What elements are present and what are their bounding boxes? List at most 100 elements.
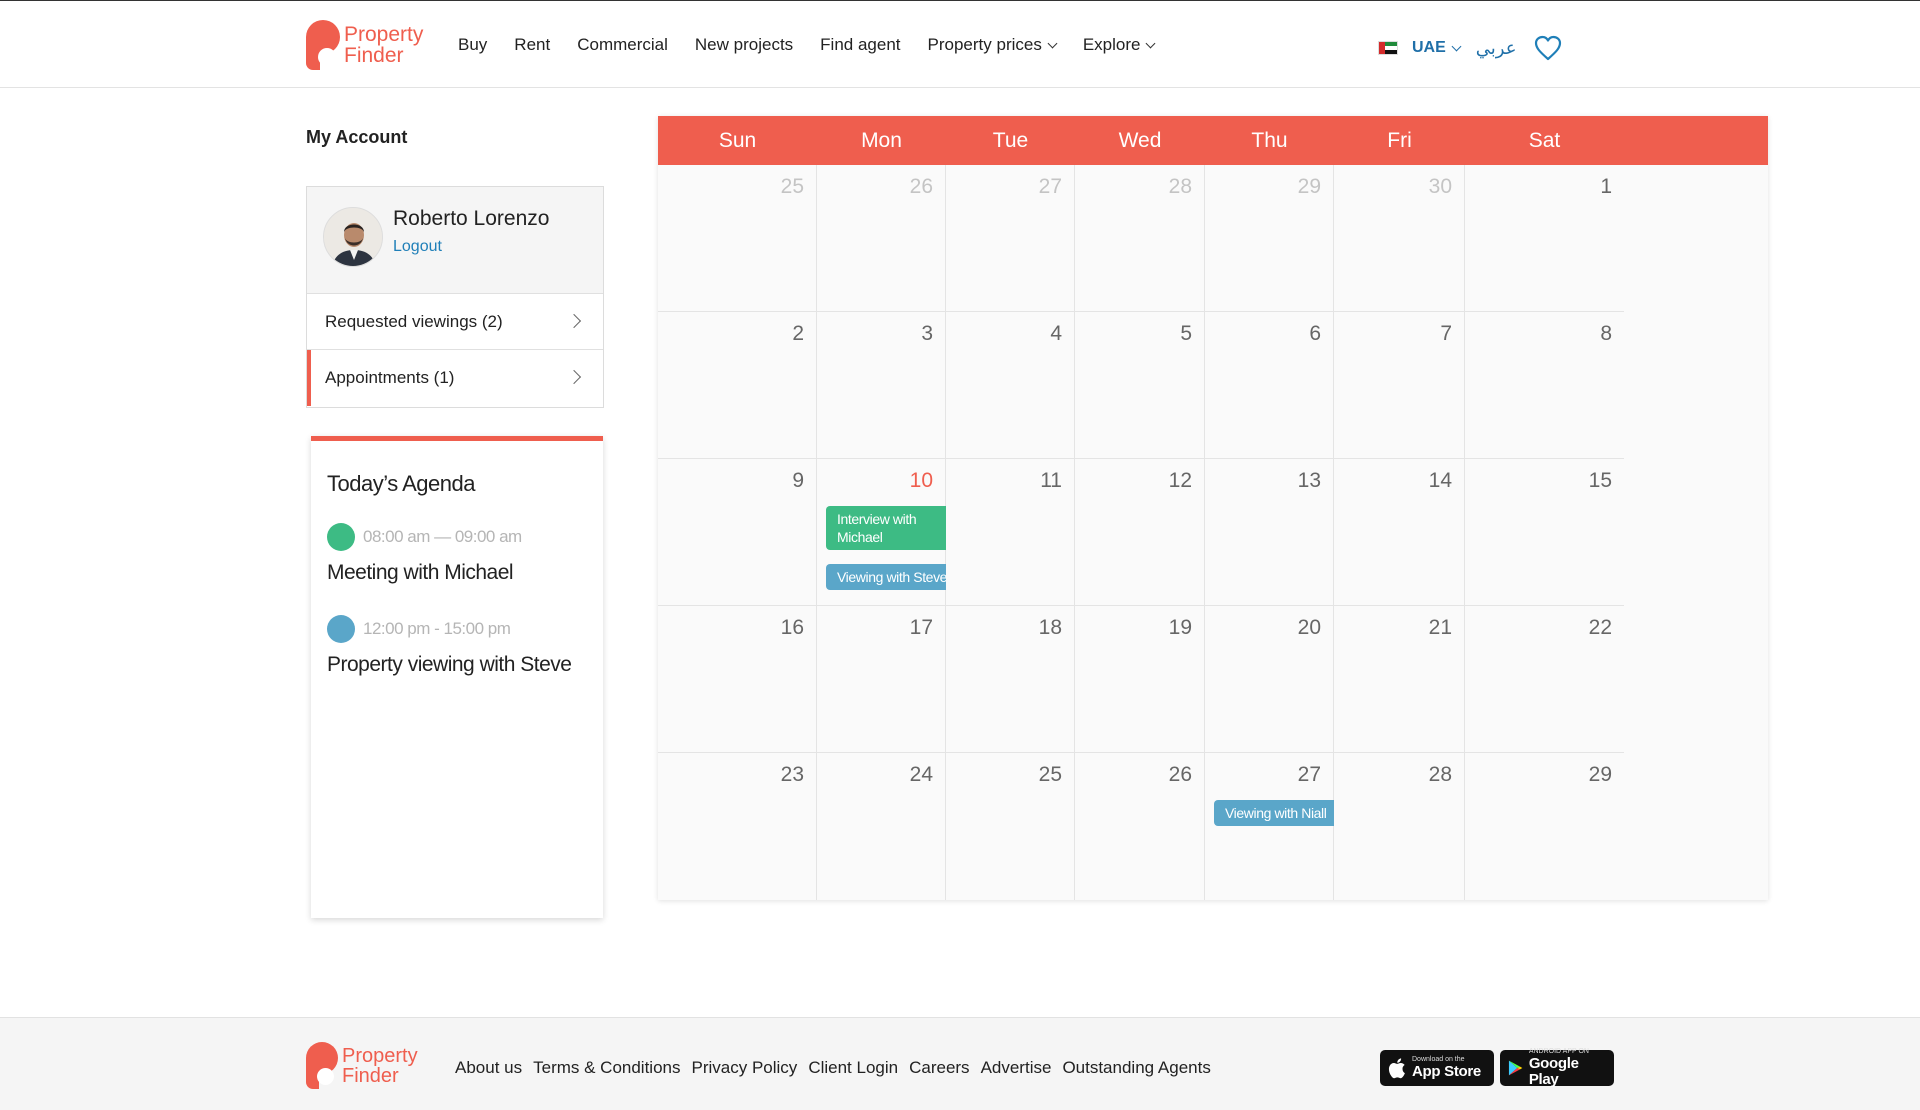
footer-link-client-login[interactable]: Client Login: [808, 1058, 898, 1078]
calendar-day-cell[interactable]: 4: [946, 312, 1075, 459]
nav-commercial[interactable]: Commercial: [577, 35, 668, 55]
nav-property-prices[interactable]: Property prices: [928, 35, 1058, 55]
profile-header: Roberto Lorenzo Logout: [307, 187, 603, 294]
footer-link-about[interactable]: About us: [455, 1058, 522, 1078]
calendar-week: 16 17 18 19 20 21 22: [658, 606, 1768, 753]
day-number: 14: [1428, 469, 1452, 492]
calendar-day-cell[interactable]: 8: [1465, 312, 1624, 459]
day-number: 27: [1038, 175, 1062, 198]
nav-find-agent[interactable]: Find agent: [820, 35, 900, 55]
chevron-down-icon: [1047, 38, 1058, 48]
logo-text: Property Finder: [344, 23, 424, 67]
day-number: 3: [921, 322, 933, 345]
footer-logo[interactable]: Property Finder: [306, 1042, 418, 1089]
calendar-day-cell[interactable]: 22: [1465, 606, 1624, 753]
calendar-day-cell[interactable]: 20: [1205, 606, 1334, 753]
agenda-item-time: 12:00 pm - 15:00 pm: [363, 619, 511, 638]
calendar-week: 2 3 4 5 6 7 8: [658, 312, 1768, 459]
footer-link-outstanding-agents[interactable]: Outstanding Agents: [1062, 1058, 1210, 1078]
logout-link[interactable]: Logout: [393, 238, 442, 256]
calendar-day-cell[interactable]: 10 Interview with Michael Viewing with Ste…: [817, 459, 974, 606]
calendar-event[interactable]: Interview with Michael: [826, 506, 963, 550]
calendar-day-cell[interactable]: 28: [1075, 165, 1205, 312]
calendar-day-cell[interactable]: 30: [1334, 165, 1465, 312]
agenda-title: Today’s Agenda: [327, 471, 475, 496]
calendar-grid: 25 26 27 28 29 30 1 2 3 4 5 6 7 8 9 10 Interview with Mi…: [658, 165, 1768, 900]
footer-link-advertise[interactable]: Advertise: [981, 1058, 1052, 1078]
day-number: 20: [1297, 616, 1321, 639]
menu-appointments[interactable]: Appointments (1): [307, 350, 603, 406]
calendar-day-cell[interactable]: 24: [817, 753, 946, 900]
calendar-day-cell[interactable]: 25: [658, 165, 817, 312]
nav-explore[interactable]: Explore: [1083, 35, 1156, 55]
app-store-text: App Store: [1412, 1063, 1481, 1080]
heart-icon[interactable]: [1534, 35, 1562, 61]
calendar-day-cell[interactable]: 26: [817, 165, 946, 312]
calendar-day-cell[interactable]: 29: [1465, 753, 1624, 900]
month-calendar: Sun Mon Tue Wed Thu Fri Sat 25 26 27 28 29 30 1 2 3 4 5 6…: [658, 116, 1768, 900]
logo-mark-icon: [306, 1042, 340, 1089]
chevron-right-icon: [566, 369, 582, 385]
language-switch[interactable]: عربي: [1476, 38, 1517, 59]
day-number: 18: [1038, 616, 1062, 639]
calendar-day-cell[interactable]: 27: [946, 165, 1075, 312]
calendar-day-cell[interactable]: 14: [1334, 459, 1465, 606]
calendar-day-cell[interactable]: 9: [658, 459, 817, 606]
calendar-day-cell[interactable]: 18: [946, 606, 1075, 753]
calendar-day-cell[interactable]: 27 Viewing with Niall: [1205, 753, 1351, 900]
calendar-day-cell[interactable]: 21: [1334, 606, 1465, 753]
calendar-day-cell[interactable]: 17: [817, 606, 946, 753]
footer-link-terms[interactable]: Terms & Conditions: [533, 1058, 680, 1078]
day-number: 16: [780, 616, 804, 639]
calendar-day-cell[interactable]: 16: [658, 606, 817, 753]
day-number: 28: [1428, 763, 1452, 786]
day-number: 29: [1297, 175, 1321, 198]
menu-requested-viewings[interactable]: Requested viewings (2): [307, 294, 603, 350]
day-number: 26: [909, 175, 933, 198]
calendar-day-cell[interactable]: 29: [1205, 165, 1334, 312]
calendar-day-cell[interactable]: 19: [1075, 606, 1205, 753]
day-number: 26: [1168, 763, 1192, 786]
calendar-day-cell[interactable]: 1: [1465, 165, 1624, 312]
day-number: 21: [1428, 616, 1452, 639]
calendar-day-cell[interactable]: 26: [1075, 753, 1205, 900]
todays-agenda-panel: Today’s Agenda 08:00 am — 09:00 am Meeti…: [311, 436, 603, 918]
calendar-day-cell[interactable]: 11: [946, 459, 1075, 606]
google-play-badge[interactable]: ANDROID APP ON Google Play: [1500, 1048, 1614, 1088]
calendar-day-cell[interactable]: 5: [1075, 312, 1205, 459]
calendar-event[interactable]: Viewing with Niall: [1214, 800, 1351, 826]
calendar-day-cell[interactable]: 15: [1465, 459, 1624, 606]
app-store-badge[interactable]: Download on the App Store: [1380, 1050, 1494, 1086]
agenda-item-title[interactable]: Meeting with Michael: [327, 561, 514, 585]
calendar-day-cell[interactable]: 25: [946, 753, 1075, 900]
agenda-item-title[interactable]: Property viewing with Steve: [327, 653, 572, 677]
nav-new-projects[interactable]: New projects: [695, 35, 793, 55]
calendar-day-cell[interactable]: 28: [1334, 753, 1465, 900]
country-selector[interactable]: UAE: [1412, 39, 1462, 57]
calendar-day-cell[interactable]: 6: [1205, 312, 1334, 459]
weekday-mon: Mon: [861, 128, 902, 152]
user-name: Roberto Lorenzo: [393, 207, 550, 230]
day-number: 25: [780, 175, 804, 198]
calendar-day-cell[interactable]: 12: [1075, 459, 1205, 606]
nav-buy[interactable]: Buy: [458, 35, 487, 55]
property-finder-logo[interactable]: Property Finder: [306, 20, 423, 70]
calendar-day-cell[interactable]: 13: [1205, 459, 1334, 606]
day-number: 17: [909, 616, 933, 639]
footer-link-careers[interactable]: Careers: [909, 1058, 969, 1078]
calendar-day-cell[interactable]: 3: [817, 312, 946, 459]
nav-rent[interactable]: Rent: [514, 35, 550, 55]
day-number: 11: [1040, 469, 1062, 492]
footer-link-privacy[interactable]: Privacy Policy: [692, 1058, 798, 1078]
event-dot-icon: [327, 523, 355, 551]
day-number: 4: [1050, 322, 1062, 345]
calendar-day-cell[interactable]: 23: [658, 753, 817, 900]
weekday-tue: Tue: [992, 128, 1029, 152]
google-play-icon: [1508, 1060, 1523, 1076]
uae-flag-icon: [1378, 41, 1398, 55]
calendar-week: 9 10 Interview with Michael Viewing with St…: [658, 459, 1768, 606]
logo-mark-icon: [306, 20, 342, 70]
day-number: 12: [1168, 469, 1192, 492]
calendar-day-cell[interactable]: 2: [658, 312, 817, 459]
calendar-day-cell[interactable]: 7: [1334, 312, 1465, 459]
